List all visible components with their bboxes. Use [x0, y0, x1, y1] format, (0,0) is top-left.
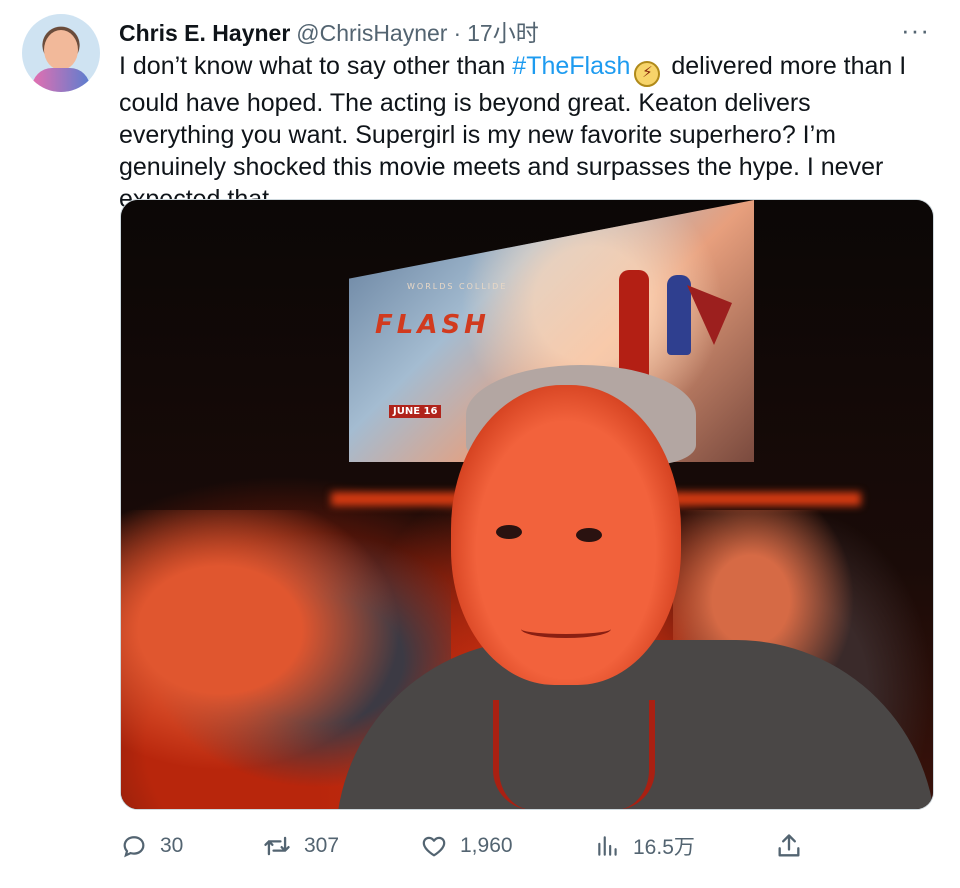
share-icon	[775, 832, 803, 860]
tweet-time[interactable]: 17小时	[467, 18, 539, 48]
poster-title: FLASH	[375, 310, 490, 340]
retweet-count: 307	[304, 834, 340, 857]
avatar-face	[44, 30, 78, 70]
reply-button[interactable]: 30	[120, 828, 183, 864]
author-name[interactable]: Chris E. Hayner	[119, 18, 290, 48]
poster-date: JUNE 16	[389, 405, 442, 418]
lightning-bolt-emoji: ⚡	[634, 61, 661, 87]
like-icon	[420, 832, 448, 860]
retweet-button[interactable]: 307	[262, 828, 339, 864]
share-button[interactable]	[775, 828, 803, 864]
hashtag-link[interactable]: #TheFlash	[512, 52, 630, 80]
avatar[interactable]	[22, 14, 100, 92]
selfie-smile	[521, 620, 611, 638]
views-icon	[595, 832, 621, 860]
selfie-right-eye	[576, 528, 602, 542]
tweet-text: I don’t know what to say other than #The…	[119, 50, 929, 215]
poster-tagline: WORLDS COLLIDE	[407, 282, 508, 291]
separator-dot: ·	[453, 20, 462, 46]
tweet-text-before: I don’t know what to say other than	[119, 52, 513, 80]
retweet-icon	[262, 832, 292, 860]
tweet-actions: 30 307 1,960 16.5万	[120, 828, 932, 864]
tweet-photo[interactable]: WORLDS COLLIDE FLASH JUNE 16	[120, 199, 934, 810]
poster-hero-blue	[667, 275, 691, 355]
selfie-lanyard	[493, 700, 655, 809]
reply-count: 30	[160, 834, 184, 857]
more-icon[interactable]: ···	[901, 17, 930, 43]
author-handle[interactable]: @ChrisHayner	[296, 18, 447, 48]
selfie-face	[451, 385, 681, 685]
reply-icon	[120, 832, 148, 860]
tweet-header: Chris E. Hayner @ChrisHayner · 17小时	[119, 18, 539, 48]
like-count: 1,960	[460, 834, 513, 857]
view-count: 16.5万	[633, 836, 695, 859]
views-button[interactable]: 16.5万	[595, 828, 695, 864]
selfie-left-eye	[496, 525, 522, 539]
avatar-shirt	[32, 68, 90, 92]
like-button[interactable]: 1,960	[420, 828, 513, 864]
